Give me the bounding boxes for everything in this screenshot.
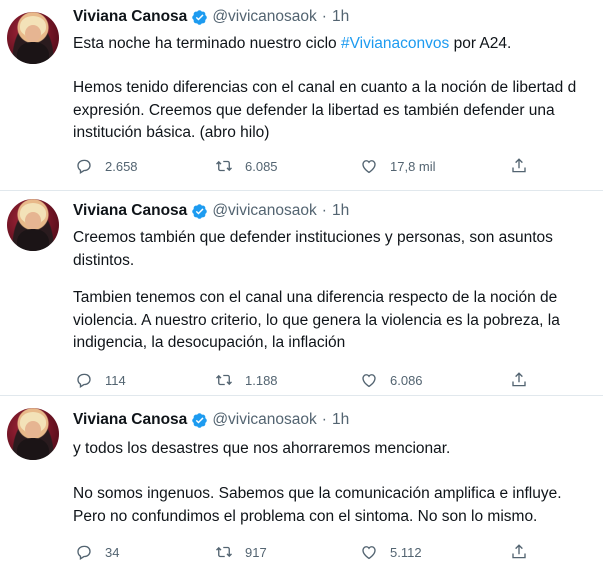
separator-dot: ·	[321, 411, 327, 428]
tweet-actions: 2.658 6.085 17,8 mil	[73, 156, 603, 176]
tweet-text-line: violencia. A nuestro criterio, lo que ge…	[73, 311, 560, 329]
retweet-icon	[216, 546, 232, 558]
tweet-text-line: expresión. Creemos que defender la liber…	[73, 101, 555, 119]
separator-dot: ·	[321, 8, 327, 25]
retweet-icon	[216, 160, 232, 172]
share-icon	[512, 544, 526, 559]
tweet-text-line: distintos.	[73, 251, 135, 269]
share-button[interactable]	[510, 542, 528, 562]
share-icon	[512, 158, 526, 173]
retweet-button[interactable]: 917	[215, 542, 267, 562]
verified-badge-icon	[192, 9, 208, 25]
reply-button[interactable]: 2.658	[75, 156, 138, 176]
like-icon	[362, 374, 376, 388]
reply-count: 114	[105, 372, 126, 388]
tweet-text-line: y todos los desastres que nos ahorraremo…	[73, 440, 451, 457]
retweet-count: 1.188	[245, 372, 278, 388]
display-name[interactable]: Viviana Canosa	[73, 202, 187, 220]
retweet-button[interactable]: 1.188	[215, 370, 278, 390]
tweet-text-line: Tambien tenemos con el canal una diferen…	[73, 289, 558, 306]
timestamp[interactable]: 1h	[332, 411, 349, 429]
like-button[interactable]: 5.112	[360, 542, 422, 562]
tweet-header: Viviana Canosa @vivicanosaok · 1h	[73, 409, 349, 431]
tweet-actions: 34 917 5.112	[73, 542, 603, 562]
avatar[interactable]	[7, 12, 59, 64]
reply-button[interactable]: 114	[75, 370, 126, 390]
display-name[interactable]: Viviana Canosa	[73, 8, 187, 26]
tweet-text-line: institución básica. (abro hilo)	[73, 124, 270, 141]
reply-count: 34	[105, 544, 120, 560]
verified-badge-icon	[192, 412, 208, 428]
reply-count: 2.658	[105, 158, 138, 174]
avatar-body-shape	[17, 229, 49, 251]
reply-button[interactable]: 34	[75, 542, 119, 562]
like-count: 6.086	[390, 372, 423, 388]
tweet-text-line: Creemos también que defender institucion…	[73, 229, 553, 246]
tweet-actions: 114 1.188 6.086	[73, 370, 603, 390]
tweet-thread: Viviana Canosa @vivicanosaok · 1h Esta n…	[0, 0, 603, 563]
text-segment: por A24.	[449, 35, 512, 52]
like-count: 5.112	[390, 544, 422, 560]
tweet-1[interactable]: Viviana Canosa @vivicanosaok · 1h Esta n…	[0, 0, 603, 190]
like-icon	[362, 546, 376, 560]
reply-icon	[77, 545, 91, 560]
verified-badge-icon	[192, 203, 208, 219]
like-button[interactable]: 6.086	[360, 370, 423, 390]
avatar-face-shape	[25, 212, 41, 229]
reply-icon	[77, 373, 91, 388]
share-icon	[512, 372, 526, 387]
tweet-header: Viviana Canosa @vivicanosaok · 1h	[73, 6, 349, 28]
tweet-text-line: Esta noche ha terminado nuestro ciclo #V…	[73, 33, 603, 56]
avatar-body-shape	[17, 42, 49, 64]
hashtag-link[interactable]: #Vivianaconvos	[341, 35, 449, 52]
like-button[interactable]: 17,8 mil	[360, 156, 436, 176]
like-icon	[362, 160, 376, 174]
tweet-3[interactable]: Viviana Canosa @vivicanosaok · 1h y todo…	[0, 395, 603, 563]
like-count: 17,8 mil	[390, 158, 436, 174]
avatar-face-shape	[25, 25, 41, 42]
avatar[interactable]	[7, 199, 59, 251]
tweet-text-line: No somos ingenuos. Sabemos que la comuni…	[73, 485, 562, 502]
user-handle[interactable]: @vivicanosaok	[212, 8, 316, 26]
avatar[interactable]	[7, 408, 59, 460]
tweet-2[interactable]: Viviana Canosa @vivicanosaok · 1h Creemo…	[0, 190, 603, 395]
retweet-icon	[216, 374, 232, 386]
timestamp[interactable]: 1h	[332, 202, 349, 220]
avatar-body-shape	[17, 438, 49, 460]
display-name[interactable]: Viviana Canosa	[73, 411, 187, 429]
retweet-count: 6.085	[245, 158, 278, 174]
tweet-header: Viviana Canosa @vivicanosaok · 1h	[73, 200, 349, 222]
retweet-count: 917	[245, 544, 267, 560]
tweet-text-line: Pero no confundimos el problema con el s…	[73, 507, 538, 525]
separator-dot: ·	[321, 202, 327, 219]
timestamp[interactable]: 1h	[332, 8, 349, 26]
reply-icon	[77, 159, 91, 174]
share-button[interactable]	[510, 156, 528, 176]
tweet-text-line: indigencia, la desocupación, la inflació…	[73, 334, 346, 351]
user-handle[interactable]: @vivicanosaok	[212, 202, 316, 220]
avatar-face-shape	[25, 421, 41, 438]
retweet-button[interactable]: 6.085	[215, 156, 278, 176]
share-button[interactable]	[510, 370, 528, 390]
user-handle[interactable]: @vivicanosaok	[212, 411, 316, 429]
tweet-text-line: Hemos tenido diferencias con el canal en…	[73, 79, 577, 96]
text-segment: Esta noche ha terminado nuestro ciclo	[73, 35, 341, 52]
